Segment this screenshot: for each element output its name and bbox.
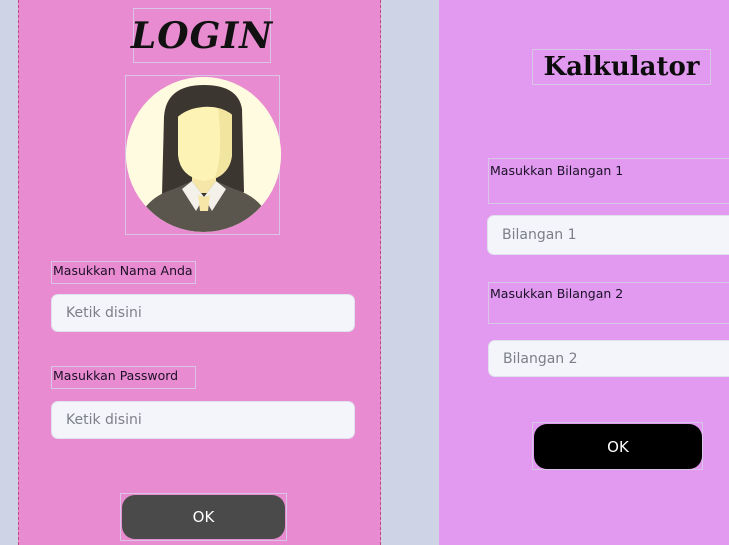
password-input[interactable] — [51, 401, 355, 439]
calculator-title: Kalkulator — [543, 52, 700, 82]
name-label: Masukkan Nama Anda — [53, 263, 193, 278]
login-title: LOGIN — [130, 14, 274, 57]
name-input[interactable] — [51, 294, 355, 332]
num2-label: Masukkan Bilangan 2 — [490, 286, 624, 301]
calculator-ok-button[interactable]: OK — [534, 424, 702, 469]
number1-input[interactable] — [487, 215, 729, 255]
number2-input[interactable] — [488, 340, 729, 377]
calculator-panel: Kalkulator Masukkan Bilangan 1 Masukkan … — [439, 0, 729, 545]
login-ok-button[interactable]: OK — [122, 495, 285, 539]
num1-label: Masukkan Bilangan 1 — [490, 163, 624, 178]
login-panel: LOGIN Masukkan Nama Anda Masukkan Passwo… — [18, 0, 381, 545]
password-label: Masukkan Password — [53, 368, 179, 383]
user-avatar-icon — [126, 77, 281, 232]
